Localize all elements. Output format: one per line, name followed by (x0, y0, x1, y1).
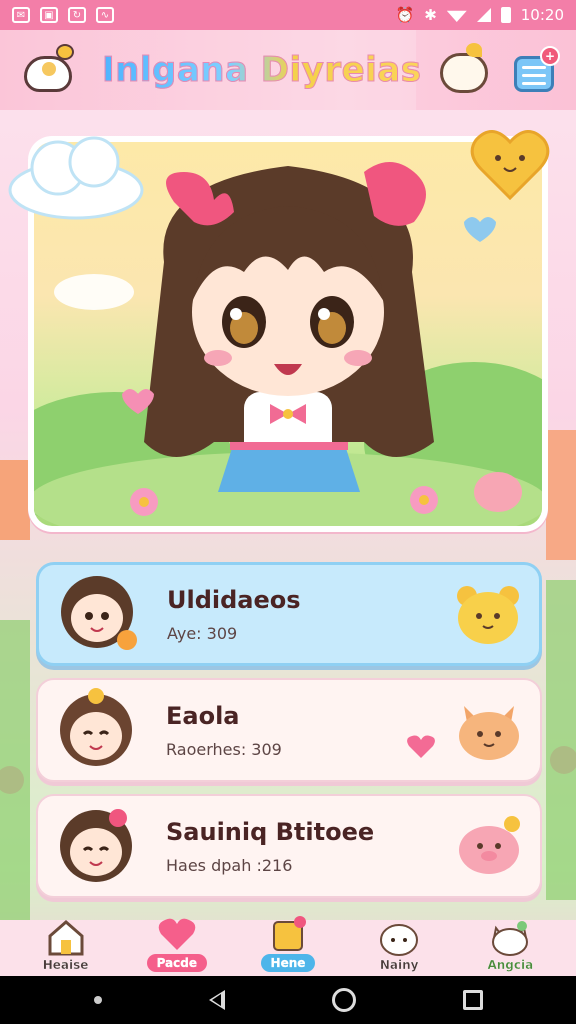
list-item[interactable]: Sauiniq Btitoee Haes dpah :216 (36, 794, 542, 898)
pink-pig-icon (459, 816, 520, 874)
bun-character-button[interactable] (436, 43, 492, 97)
status-system: ⏰ ✱ 10:20 (396, 6, 565, 24)
activity-icon: ∿ (96, 7, 114, 23)
notification-badge: + (540, 46, 560, 66)
side-flowers-right-decoration (546, 430, 576, 900)
app-header: Inlgana Diyreias + (0, 30, 576, 110)
cat-icon (492, 921, 529, 956)
list-item-name: Eaola (166, 701, 240, 730)
nav-friends[interactable]: Nainy (349, 918, 449, 972)
wifi-icon (446, 10, 467, 22)
app-title: Inlgana Diyreias (101, 50, 422, 91)
home-icon (48, 920, 84, 956)
status-bar: ✉ ▣ ↻ ∿ ⏰ ✱ 10:20 (0, 0, 576, 30)
side-flowers-left-decoration (0, 460, 30, 920)
cloud-decoration (8, 136, 144, 220)
heart-icon (158, 918, 196, 950)
favorite-heart-icon[interactable] (406, 734, 436, 760)
bluetooth-icon: ✱ (424, 6, 437, 24)
nav-label: Hene (260, 954, 316, 972)
signal-icon (476, 8, 491, 22)
nav-favorites[interactable]: Pacde (127, 914, 227, 972)
nav-label: Pacde (146, 954, 207, 972)
nav-home[interactable]: Heaise (16, 918, 116, 972)
heart-bubble-icon (470, 130, 550, 201)
bottom-navigation: Heaise Pacde Hene Nainy Angcia (0, 916, 576, 976)
avatar (60, 809, 132, 882)
bunny-icon (380, 924, 419, 956)
status-notifications: ✉ ▣ ↻ ∿ (12, 7, 114, 23)
avatar (60, 688, 132, 766)
avatar (61, 576, 137, 650)
battery-icon (500, 7, 511, 23)
nav-label: Nainy (379, 958, 419, 972)
list-item-detail: Haes dpah :216 (166, 855, 293, 875)
list-item-detail: Aye: 309 (167, 623, 238, 643)
recent-apps-icon[interactable] (462, 990, 483, 1010)
system-navigation-bar (0, 976, 576, 1024)
home-circle-icon[interactable] (331, 988, 356, 1012)
menu-button[interactable]: + (514, 46, 560, 94)
bag-icon (272, 916, 306, 951)
yellow-bear-icon (457, 586, 519, 644)
gallery-icon: ▣ (40, 7, 58, 23)
nav-profile[interactable]: Angcia (460, 918, 560, 972)
list-item-name: Uldidaeos (167, 585, 301, 614)
alarm-icon: ⏰ (395, 6, 415, 24)
back-icon[interactable] (208, 990, 225, 1010)
message-icon: ✉ (12, 7, 30, 23)
nav-label: Heaise (42, 958, 89, 972)
status-time: 10:20 (520, 6, 564, 24)
nav-shop[interactable]: Hene (238, 914, 338, 972)
fox-pet-icon (459, 706, 519, 760)
assistant-dot-icon[interactable] (93, 996, 102, 1004)
mascot-logo-icon[interactable] (18, 42, 78, 98)
list-item[interactable]: Eaola Raoerhes: 309 (36, 678, 542, 782)
nav-label: Angcia (487, 958, 534, 972)
sync-icon: ↻ (68, 7, 86, 23)
list-item[interactable]: Uldidaeos Aye: 309 (36, 562, 542, 666)
list-item-name: Sauiniq Btitoee (166, 817, 375, 846)
